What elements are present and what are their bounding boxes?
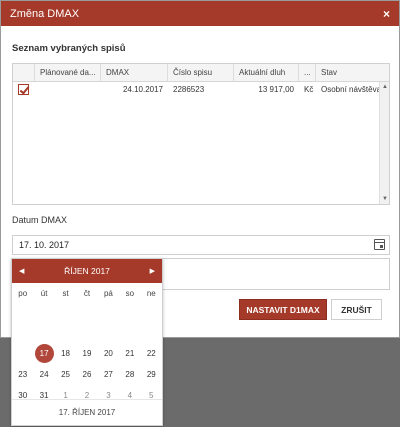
calendar-day-number: 17: [34, 344, 54, 363]
calendar-day-number: 26: [82, 370, 92, 379]
dmax-date-value: 17. 10. 2017: [19, 240, 70, 250]
calendar-day-number: 19: [82, 349, 92, 358]
column-header-planned[interactable]: Plánované da...: [35, 64, 101, 81]
current-debt-cell: 13 917,00: [258, 85, 294, 94]
next-month-icon[interactable]: ▶: [150, 267, 155, 275]
calendar-day-number: 29: [146, 370, 156, 379]
calendar-day-number: 21: [125, 349, 135, 358]
row-checkbox[interactable]: [18, 84, 29, 95]
calendar-day[interactable]: 23: [12, 364, 33, 385]
dialog-titlebar: Změna DMAX ×: [1, 1, 399, 26]
previous-month-icon[interactable]: ◀: [19, 267, 24, 275]
calendar-day-number: 25: [61, 370, 71, 379]
cancel-button[interactable]: ZRUŠIT: [331, 299, 382, 320]
weekday-label: st: [62, 289, 69, 298]
dmax-date-input[interactable]: 17. 10. 2017: [12, 235, 390, 255]
calendar-month-label[interactable]: ŘÍJEN 2017: [64, 266, 110, 276]
weekday-header: po út st čt pá so ne: [12, 283, 162, 298]
case-number-cell: 2286523: [173, 85, 205, 94]
weekday-label: út: [40, 289, 48, 298]
weekday-label: čt: [83, 289, 91, 298]
scroll-up-icon[interactable]: ▲: [380, 84, 390, 90]
weekday-label: ne: [146, 289, 156, 298]
weekday-label: pá: [103, 289, 113, 298]
column-header-state[interactable]: Stav: [316, 64, 380, 81]
state-cell: Osobní návštěva: [321, 85, 380, 94]
scroll-down-icon[interactable]: ▼: [380, 196, 390, 202]
column-header-currency[interactable]: ...: [299, 64, 316, 81]
calendar-day-number: 20: [103, 349, 113, 358]
calendar-day-number: 22: [146, 349, 156, 358]
calendar-header: ◀ ŘÍJEN 2017 ▶: [12, 259, 162, 283]
calendar-today-footer[interactable]: 17. ŘÍJEN 2017: [12, 399, 162, 425]
calendar-day[interactable]: 25: [55, 364, 76, 385]
calendar-day[interactable]: 21: [119, 343, 140, 364]
selected-files-title: Seznam vybraných spisů: [12, 43, 126, 54]
close-icon[interactable]: ×: [383, 7, 390, 21]
calendar-day[interactable]: 22: [141, 343, 162, 364]
calendar-day-number: 18: [61, 349, 71, 358]
calendar-day[interactable]: 26: [76, 364, 97, 385]
table-header: Plánované da... DMAX Číslo spisu Aktuáln…: [13, 64, 389, 82]
calendar-day-number: 23: [18, 370, 28, 379]
column-header-dmax[interactable]: DMAX: [101, 64, 168, 81]
planned-cell: [35, 82, 101, 98]
calendar-icon[interactable]: [374, 239, 385, 250]
calendar-day[interactable]: 17: [33, 343, 54, 364]
weekday-label: so: [125, 289, 135, 298]
dmax-date-label: Datum DMAX: [12, 215, 68, 225]
date-picker-popup: ◀ ŘÍJEN 2017 ▶ po út st čt pá so ne 17 18…: [11, 258, 163, 426]
dialog-title: Změna DMAX: [10, 7, 80, 20]
weekday-label: po: [18, 289, 28, 298]
calendar-day[interactable]: 19: [76, 343, 97, 364]
note-field[interactable]: [163, 258, 390, 290]
row-select-cell[interactable]: [13, 82, 35, 98]
calendar-day-number: 28: [125, 370, 135, 379]
table-scrollbar[interactable]: ▲ ▼: [379, 82, 389, 204]
set-dmax-button[interactable]: NASTAVIT D1MAX: [239, 299, 327, 320]
calendar-day-number: 27: [103, 370, 113, 379]
currency-cell: Kč: [304, 85, 314, 94]
calendar-day[interactable]: 29: [141, 364, 162, 385]
dmax-cell: 24.10.2017: [122, 85, 163, 94]
calendar-day-number: 24: [39, 370, 49, 379]
column-header-current-debt[interactable]: Aktuální dluh: [234, 64, 299, 81]
calendar-day[interactable]: 28: [119, 364, 140, 385]
calendar-day[interactable]: 27: [98, 364, 119, 385]
table-row[interactable]: 24.10.2017 2286523 13 917,00 Kč Osobní n…: [13, 82, 389, 98]
selected-files-table: Plánované da... DMAX Číslo spisu Aktuáln…: [12, 63, 390, 205]
calendar-day[interactable]: 20: [98, 343, 119, 364]
calendar-day[interactable]: 24: [33, 364, 54, 385]
column-header-select[interactable]: [13, 64, 35, 81]
calendar-day[interactable]: 18: [55, 343, 76, 364]
column-header-case-number[interactable]: Číslo spisu: [168, 64, 234, 81]
